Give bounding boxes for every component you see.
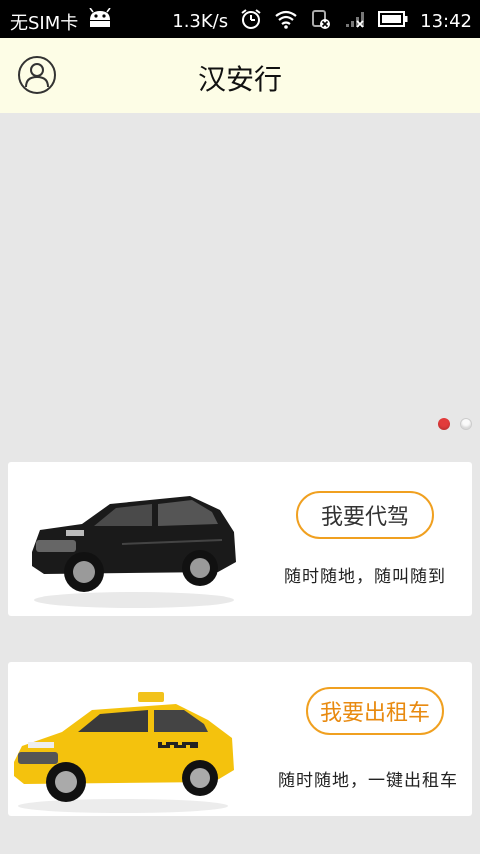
designated-driver-button[interactable]: 我要代驾: [296, 491, 434, 539]
carousel-dot[interactable]: [460, 418, 472, 430]
status-right: 1.3K/s 13:42: [172, 8, 472, 35]
signal-icon: [344, 9, 366, 34]
banner-carousel[interactable]: [0, 113, 480, 443]
status-left: 无SIM卡: [10, 7, 114, 35]
designated-driver-card[interactable]: 我要代驾 随时随地，随叫随到: [8, 462, 472, 616]
clock-time: 13:42: [420, 11, 472, 32]
carousel-dot-active[interactable]: [438, 418, 450, 430]
app-header: 汉安行: [0, 38, 480, 113]
carousel-indicator: [438, 418, 472, 430]
taxi-tagline: 随时随地，一键出租车: [278, 771, 458, 791]
designated-driver-tagline: 随时随地，随叫随到: [284, 567, 446, 587]
page-title: 汉安行: [197, 63, 282, 96]
taxi-button[interactable]: 我要出租车: [306, 687, 444, 735]
wifi-icon: [274, 9, 298, 34]
taxi-image: [8, 686, 238, 816]
battery-icon: [378, 11, 408, 32]
alarm-icon: [240, 8, 262, 35]
suv-image: [22, 482, 244, 616]
sim-error-icon: [310, 8, 332, 35]
status-bar: 无SIM卡 1.3K/s 13:42: [0, 0, 480, 38]
android-icon: [86, 7, 114, 35]
carrier-label: 无SIM卡: [10, 12, 79, 34]
taxi-card[interactable]: 我要出租车 随时随地，一键出租车: [8, 662, 472, 816]
network-speed: 1.3K/s: [172, 11, 229, 32]
